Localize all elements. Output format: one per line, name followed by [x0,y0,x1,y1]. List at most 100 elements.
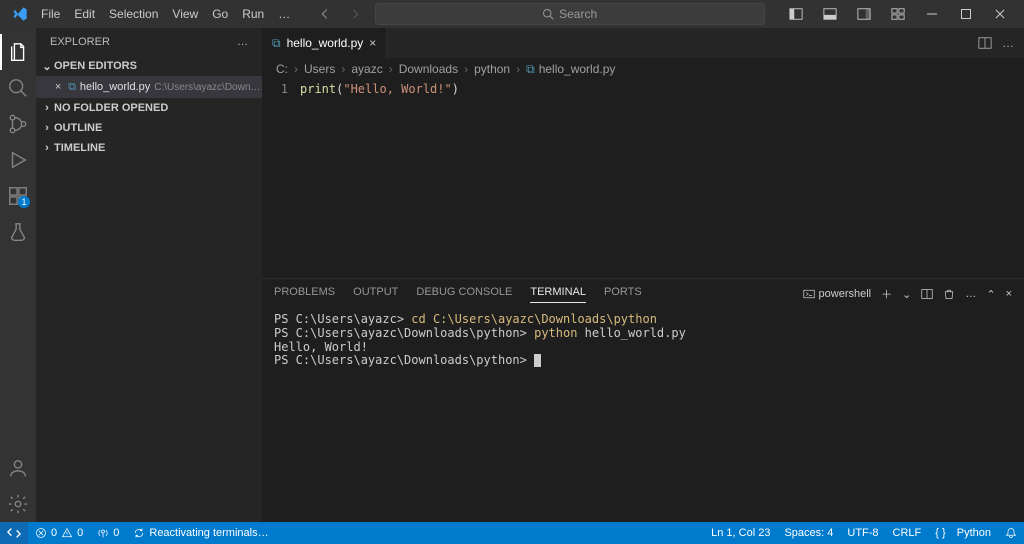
close-editor-icon[interactable]: × [52,81,64,93]
python-file-icon: ⧉ [272,36,281,51]
menu-bar: File Edit Selection View Go Run … [34,3,297,25]
explorer-more-icon[interactable]: … [237,36,248,48]
menu-run[interactable]: Run [235,3,271,25]
tab-output[interactable]: OUTPUT [353,286,398,302]
chevron-right-icon: › [40,102,54,114]
status-bar: 0 0 0 Reactivating terminals… Ln 1, Col … [0,522,1024,544]
status-encoding[interactable]: UTF-8 [840,522,885,544]
minimize-button[interactable] [918,0,946,28]
bottom-panel: PROBLEMS OUTPUT DEBUG CONSOLE TERMINAL P… [262,278,1024,522]
status-eol[interactable]: CRLF [886,522,929,544]
timeline-section[interactable]: › TIMELINE [36,138,262,158]
search-activity-icon[interactable] [0,70,36,106]
powershell-icon [803,288,815,300]
terminal-cursor [534,354,541,367]
source-control-icon[interactable] [0,106,36,142]
status-cursor-position[interactable]: Ln 1, Col 23 [704,522,777,544]
status-notifications-icon[interactable] [998,522,1024,544]
line-number: 1 [262,82,300,278]
maximize-button[interactable] [952,0,980,28]
tab-debug-console[interactable]: DEBUG CONSOLE [416,286,512,302]
menu-file[interactable]: File [34,3,67,25]
menu-view[interactable]: View [165,3,205,25]
status-indentation[interactable]: Spaces: 4 [777,522,840,544]
search-placeholder: Search [559,7,597,21]
layout-toggle-right-icon[interactable] [850,0,878,28]
close-panel-icon[interactable]: × [1006,288,1012,300]
search-input[interactable]: Search [375,3,765,25]
tab-actions: … [968,28,1024,58]
chevron-right-icon: › [40,142,54,154]
tab-ports[interactable]: PORTS [604,286,642,302]
explorer-icon[interactable] [0,34,36,70]
outline-section[interactable]: › OUTLINE [36,118,262,138]
panel-more-icon[interactable]: … [965,288,976,300]
open-editor-item[interactable]: × ⧉ hello_world.py C:\Users\ayazc\Downlo… [36,76,262,98]
new-terminal-icon[interactable]: ＋ [881,286,892,302]
open-file-path: C:\Users\ayazc\Download… [154,82,262,93]
warning-icon [61,527,73,539]
code-line[interactable]: print("Hello, World!") [300,82,459,278]
chevron-right-icon: › [40,122,54,134]
vscode-logo-icon [12,6,28,22]
chevron-down-icon: ⌄ [40,60,54,73]
maximize-panel-icon[interactable]: ⌃ [986,288,995,301]
explorer-panel: EXPLORER … ⌄ OPEN EDITORS × ⧉ hello_worl… [36,28,262,522]
radio-tower-icon [97,527,109,539]
search-icon [542,8,554,20]
customize-layout-icon[interactable] [884,0,912,28]
tab-close-icon[interactable]: × [369,36,376,50]
menu-selection[interactable]: Selection [102,3,165,25]
split-terminal-icon[interactable] [921,288,933,300]
menu-edit[interactable]: Edit [67,3,102,25]
title-right [782,0,1018,28]
layout-toggle-left-icon[interactable] [782,0,810,28]
menu-more[interactable]: … [271,3,297,25]
kill-terminal-icon[interactable] [943,288,955,300]
tab-label: hello_world.py [287,36,364,50]
extensions-badge: 1 [18,196,30,208]
panel-tabs: PROBLEMS OUTPUT DEBUG CONSOLE TERMINAL P… [262,279,1024,309]
close-button[interactable] [986,0,1014,28]
python-file-icon: ⧉ [68,81,76,94]
main-area: 1 EXPLORER … ⌄ OPEN EDITORS × ⧉ hello_wo… [0,28,1024,522]
error-icon [35,527,47,539]
editor-more-icon[interactable]: … [1002,36,1014,50]
settings-gear-icon[interactable] [0,486,36,522]
nav-back-icon[interactable] [315,4,335,24]
python-file-icon: ⧉ [526,62,535,77]
run-debug-icon[interactable] [0,142,36,178]
testing-icon[interactable] [0,214,36,250]
open-editors-section[interactable]: ⌄ OPEN EDITORS [36,56,262,76]
status-errors[interactable]: 0 0 [28,522,90,544]
editor-tab[interactable]: ⧉ hello_world.py × [262,28,387,58]
no-folder-section[interactable]: › NO FOLDER OPENED [36,98,262,118]
extensions-icon[interactable]: 1 [0,178,36,214]
explorer-header: EXPLORER … [36,28,262,56]
terminal-content[interactable]: PS C:\Users\ayazc> cd C:\Users\ayazc\Dow… [262,309,1024,522]
title-center: Search [297,3,782,25]
explorer-title: EXPLORER [50,36,110,48]
layout-toggle-bottom-icon[interactable] [816,0,844,28]
activity-bar: 1 [0,28,36,522]
status-reactivating[interactable]: Reactivating terminals… [126,522,275,544]
terminal-dropdown-icon[interactable]: ⌄ [902,288,911,301]
code-editor[interactable]: 1 print("Hello, World!") [262,80,1024,278]
editor-tabs: ⧉ hello_world.py × … [262,28,1024,58]
menu-go[interactable]: Go [205,3,235,25]
editor-area: ⧉ hello_world.py × … C:› Users› ayazc› D… [262,28,1024,522]
sync-icon [133,527,145,539]
title-bar: File Edit Selection View Go Run … Search [0,0,1024,28]
panel-actions: powershell ＋ ⌄ … ⌃ × [803,286,1012,302]
terminal-shell-label[interactable]: powershell [803,288,872,300]
open-file-name: hello_world.py [80,81,150,93]
nav-forward-icon[interactable] [345,4,365,24]
status-language[interactable]: { } Python [928,522,998,544]
split-editor-icon[interactable] [978,36,992,50]
remote-indicator-icon[interactable] [0,522,28,544]
status-ports[interactable]: 0 [90,522,126,544]
tab-terminal[interactable]: TERMINAL [530,286,586,303]
accounts-icon[interactable] [0,450,36,486]
breadcrumb[interactable]: C:› Users› ayazc› Downloads› python› ⧉ h… [262,58,1024,80]
tab-problems[interactable]: PROBLEMS [274,286,335,302]
